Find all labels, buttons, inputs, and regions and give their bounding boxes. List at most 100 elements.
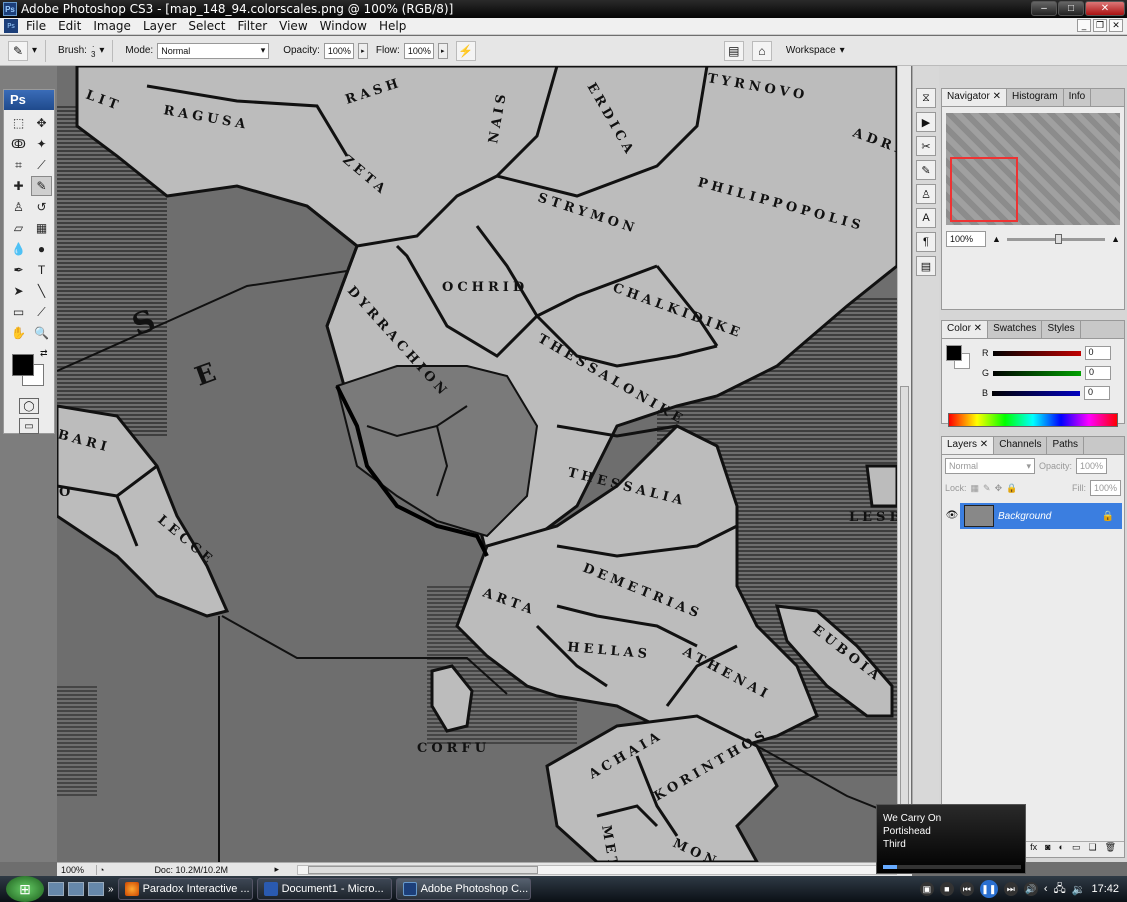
opacity-slider-button[interactable]: ▸ xyxy=(357,42,368,59)
navigator-thumbnail[interactable] xyxy=(946,113,1120,225)
green-slider[interactable] xyxy=(993,370,1082,376)
opacity-input[interactable]: 100% xyxy=(323,42,354,59)
notes-tool-icon[interactable]: ▭ xyxy=(8,302,29,322)
mode-select[interactable]: Normal ▾ xyxy=(157,42,270,59)
brush-preset-arrow-icon[interactable]: ▾ xyxy=(32,45,37,56)
path-selection-tool-icon[interactable]: ➤ xyxy=(8,281,29,301)
new-group-icon[interactable]: ▭ xyxy=(1072,842,1081,857)
menu-select[interactable]: Select xyxy=(182,19,231,33)
lock-transparent-icon[interactable]: ▦ xyxy=(971,483,980,494)
adjustment-layer-icon[interactable]: ◐ xyxy=(1059,842,1064,857)
clock[interactable]: 17:42 xyxy=(1091,883,1119,895)
tab-info[interactable]: Info xyxy=(1064,89,1092,106)
document-canvas[interactable]: LIT RAGUSA RASH NAIS ERDICA TYRNOVO ADRI… xyxy=(57,66,897,862)
zoom-tool-icon[interactable]: 🔍 xyxy=(31,323,52,343)
tab-color[interactable]: Color ✕ xyxy=(942,321,989,338)
fill-input[interactable]: 100% xyxy=(1089,480,1121,496)
doc-restore-button[interactable]: ❐ xyxy=(1093,19,1107,32)
lock-all-icon[interactable]: 🔒 xyxy=(1006,483,1017,494)
navigator-zoom-slider[interactable] xyxy=(1006,233,1106,244)
workspace-menu[interactable]: Workspace xyxy=(786,45,836,56)
brush-preset-icon[interactable]: ✎ xyxy=(8,40,28,61)
zoom-slider-knob[interactable] xyxy=(1054,233,1062,244)
bridge-icon[interactable]: ⌂ xyxy=(751,40,772,61)
blend-mode-select[interactable]: Normal ▾ xyxy=(945,458,1035,474)
tab-navigator[interactable]: Navigator ✕ xyxy=(942,89,1007,106)
palette-well-icon[interactable]: ▤ xyxy=(723,40,744,61)
healing-brush-tool-icon[interactable]: ✚ xyxy=(8,176,29,196)
quicklaunch-explorer-icon[interactable] xyxy=(88,882,104,896)
navigator-zoom-input[interactable]: 100% xyxy=(946,231,986,247)
blue-slider[interactable] xyxy=(992,390,1081,396)
zoom-out-icon[interactable]: ▲ xyxy=(992,234,1001,244)
pause-icon[interactable]: ❚❚ xyxy=(979,880,998,898)
tab-layers[interactable]: Layers ✕ xyxy=(942,437,995,454)
color-fg-swatch[interactable] xyxy=(946,345,962,361)
pen-tool-icon[interactable]: ✒ xyxy=(8,260,29,280)
navigator-view-box[interactable] xyxy=(950,157,1018,222)
menu-view[interactable]: View xyxy=(273,19,313,33)
tab-paths[interactable]: Paths xyxy=(1047,437,1085,454)
network-icon[interactable]: 🖧 xyxy=(1054,880,1066,899)
color-spectrum-bar[interactable] xyxy=(948,413,1118,427)
red-slider[interactable] xyxy=(992,350,1081,356)
menu-window[interactable]: Window xyxy=(314,19,373,33)
menu-filter[interactable]: Filter xyxy=(231,19,273,33)
doc-minimize-button[interactable]: _ xyxy=(1077,19,1091,32)
tray-volume-icon[interactable]: 🔉 xyxy=(1072,883,1086,896)
brush-picker-arrow-icon[interactable]: ▾ xyxy=(99,45,104,56)
quick-mask-icon[interactable]: ◯ xyxy=(19,398,39,414)
slice-tool-icon[interactable]: ⟋ xyxy=(31,155,52,175)
flow-input[interactable]: 100% xyxy=(403,42,434,59)
tab-channels[interactable]: Channels xyxy=(994,437,1048,454)
layer-opacity-input[interactable]: 100% xyxy=(1076,458,1108,474)
next-icon[interactable]: ⏭ xyxy=(1003,882,1018,896)
zoom-level[interactable]: 100% xyxy=(57,864,97,875)
character-panel-icon[interactable]: A xyxy=(916,208,936,228)
menu-file[interactable]: File xyxy=(20,19,52,33)
lock-image-icon[interactable]: ✎ xyxy=(983,483,991,494)
brush-size[interactable]: 3 xyxy=(91,50,95,59)
screen-mode-icon[interactable]: ▭ xyxy=(19,418,39,434)
document-icon[interactable]: Ps xyxy=(4,19,18,33)
eyedropper-tool-icon[interactable]: ⟋ xyxy=(31,302,52,322)
brushes-panel-icon[interactable]: ✎ xyxy=(916,160,936,180)
menu-edit[interactable]: Edit xyxy=(52,19,87,33)
layer-name[interactable]: Background xyxy=(998,511,1051,522)
menu-layer[interactable]: Layer xyxy=(137,19,182,33)
quicklaunch-desktop-icon[interactable] xyxy=(48,882,64,896)
task-photoshop[interactable]: Adobe Photoshop C... xyxy=(395,878,531,900)
blur-tool-icon[interactable]: 💧 xyxy=(8,239,29,259)
tray-chevron-icon[interactable]: ‹ xyxy=(1044,883,1048,895)
layer-mask-icon[interactable]: ◙ xyxy=(1045,842,1050,857)
quicklaunch-switch-icon[interactable] xyxy=(68,882,84,896)
dodge-tool-icon[interactable]: ● xyxy=(31,239,52,259)
start-button[interactable]: ⊞ xyxy=(6,876,44,902)
layer-comps-icon[interactable]: ▤ xyxy=(916,256,936,276)
eraser-tool-icon[interactable]: ▱ xyxy=(8,218,29,238)
lock-position-icon[interactable]: ✥ xyxy=(995,483,1003,494)
green-value[interactable]: 0 xyxy=(1085,366,1112,380)
swap-colors-icon[interactable]: ⇄ xyxy=(40,348,48,359)
tab-styles[interactable]: Styles xyxy=(1042,321,1081,338)
hand-tool-icon[interactable]: ✋ xyxy=(8,323,29,343)
flow-slider-button[interactable]: ▸ xyxy=(437,42,448,59)
close-button[interactable]: ✕ xyxy=(1085,1,1125,16)
quicklaunch-more-icon[interactable]: » xyxy=(108,884,114,895)
horizontal-scrollbar[interactable] xyxy=(297,865,897,875)
tab-histogram[interactable]: Histogram xyxy=(1007,89,1064,106)
tool-presets-icon[interactable]: ✂ xyxy=(916,136,936,156)
lasso-tool-icon[interactable]: ↂ xyxy=(8,134,29,154)
clone-stamp-tool-icon[interactable]: ♙ xyxy=(8,197,29,217)
previous-icon[interactable]: ⏮ xyxy=(959,882,974,896)
clone-source-icon[interactable]: ♙ xyxy=(916,184,936,204)
layer-style-icon[interactable]: fx xyxy=(1030,842,1037,857)
history-panel-icon[interactable]: ⧖ xyxy=(916,88,936,108)
history-brush-tool-icon[interactable]: ↺ xyxy=(31,197,52,217)
status-menu-arrow-icon[interactable]: ▸ xyxy=(274,864,279,875)
actions-panel-icon[interactable]: ▶ xyxy=(916,112,936,132)
task-word[interactable]: Document1 - Micro... xyxy=(256,878,392,900)
paragraph-panel-icon[interactable]: ¶ xyxy=(916,232,936,252)
airbrush-icon[interactable]: ⚡ xyxy=(455,40,476,61)
menu-help[interactable]: Help xyxy=(373,19,412,33)
